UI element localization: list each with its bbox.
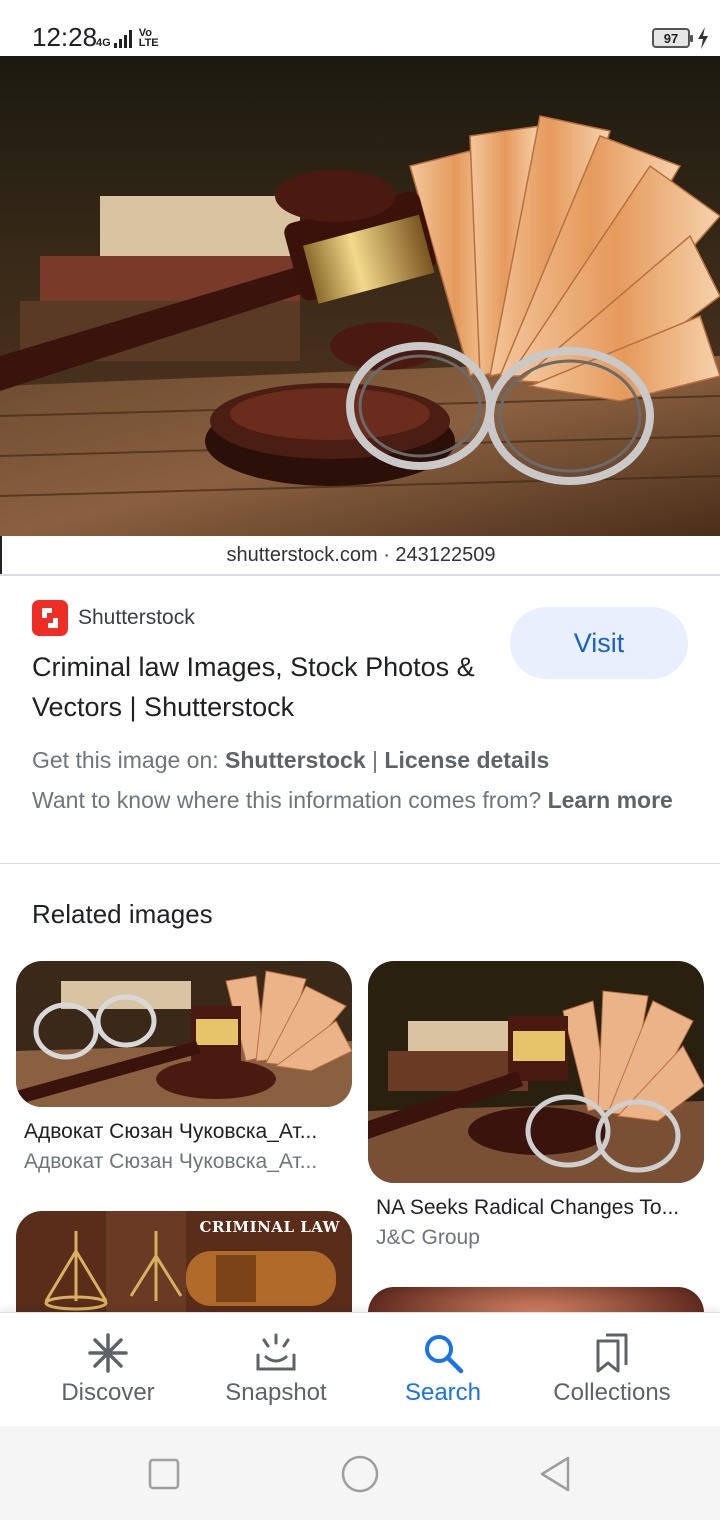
related-image-thumbnail[interactable] <box>16 961 352 1107</box>
related-card-title[interactable]: NA Seeks Radical Changes To... <box>376 1196 700 1220</box>
system-navigation-bar <box>0 1426 720 1520</box>
learn-more-link[interactable]: Learn more <box>548 787 673 813</box>
battery-level: 97 <box>663 30 679 46</box>
asterisk-icon <box>88 1333 128 1373</box>
related-images-heading: Related images <box>32 899 213 929</box>
visit-button[interactable]: Visit <box>510 607 688 679</box>
info-question: Want to know where this information come… <box>32 787 542 813</box>
charging-icon <box>698 27 708 49</box>
get-image-prefix: Get this image on: <box>32 747 219 773</box>
battery-icon: 97 <box>652 28 693 48</box>
status-time: 12:28 <box>32 22 98 52</box>
back-icon[interactable] <box>536 1454 576 1494</box>
bottom-navigation: Discover Snapshot Search Collections <box>0 1312 720 1426</box>
signal-icon <box>113 30 132 48</box>
nav-collections[interactable]: Collections <box>532 1313 692 1427</box>
image-watermark: shutterstock.com · 243122509 <box>0 536 720 574</box>
gavel-handcuffs-image <box>0 56 720 536</box>
shutterstock-logo-icon <box>32 600 68 636</box>
related-card-title[interactable]: Адвокат Сюзан Чуковска_Ат... <box>24 1120 348 1144</box>
home-icon[interactable] <box>340 1454 380 1494</box>
nav-label: Discover <box>61 1379 155 1406</box>
network-indicator: 4G Vo LTE <box>96 24 159 49</box>
network-type: 4G <box>96 37 111 49</box>
source-name: Shutterstock <box>78 606 195 629</box>
related-image-thumbnail[interactable] <box>368 961 704 1183</box>
nav-label: Snapshot <box>225 1379 327 1406</box>
source-link[interactable]: Shutterstock <box>225 747 366 773</box>
volte-indicator: Vo LTE <box>138 28 159 49</box>
source-row[interactable]: Shutterstock <box>32 600 195 636</box>
bookmarks-icon <box>596 1333 628 1373</box>
nav-discover[interactable]: Discover <box>38 1313 178 1427</box>
search-icon <box>425 1335 464 1374</box>
snapshot-icon <box>256 1333 296 1371</box>
recents-icon[interactable] <box>144 1454 184 1494</box>
nav-label: Search <box>404 1379 482 1406</box>
license-details-link[interactable]: License details <box>384 747 549 773</box>
divider <box>0 863 720 864</box>
nav-label: Collections <box>553 1379 671 1406</box>
info-source-line: Want to know where this information come… <box>32 784 692 816</box>
nav-snapshot[interactable]: Snapshot <box>206 1313 346 1427</box>
status-bar: 12:28 4G Vo LTE 97 <box>0 0 720 56</box>
thumbnail-overlay-text: CRIMINAL LAW <box>199 1218 340 1236</box>
separator: | <box>372 747 379 773</box>
divider <box>0 574 720 576</box>
related-card-source: J&C Group <box>376 1226 480 1249</box>
nav-search[interactable]: Search <box>373 1313 513 1427</box>
license-line: Get this image on: Shutterstock | Licens… <box>32 744 692 776</box>
hero-image[interactable]: shutterstock.com · 243122509 <box>0 56 720 574</box>
volte-bottom: LTE <box>138 37 159 49</box>
related-card-source: Адвокат Сюзан Чуковска_Ат... <box>24 1150 318 1173</box>
result-title[interactable]: Criminal law Images, Stock Photos & Vect… <box>32 647 502 727</box>
